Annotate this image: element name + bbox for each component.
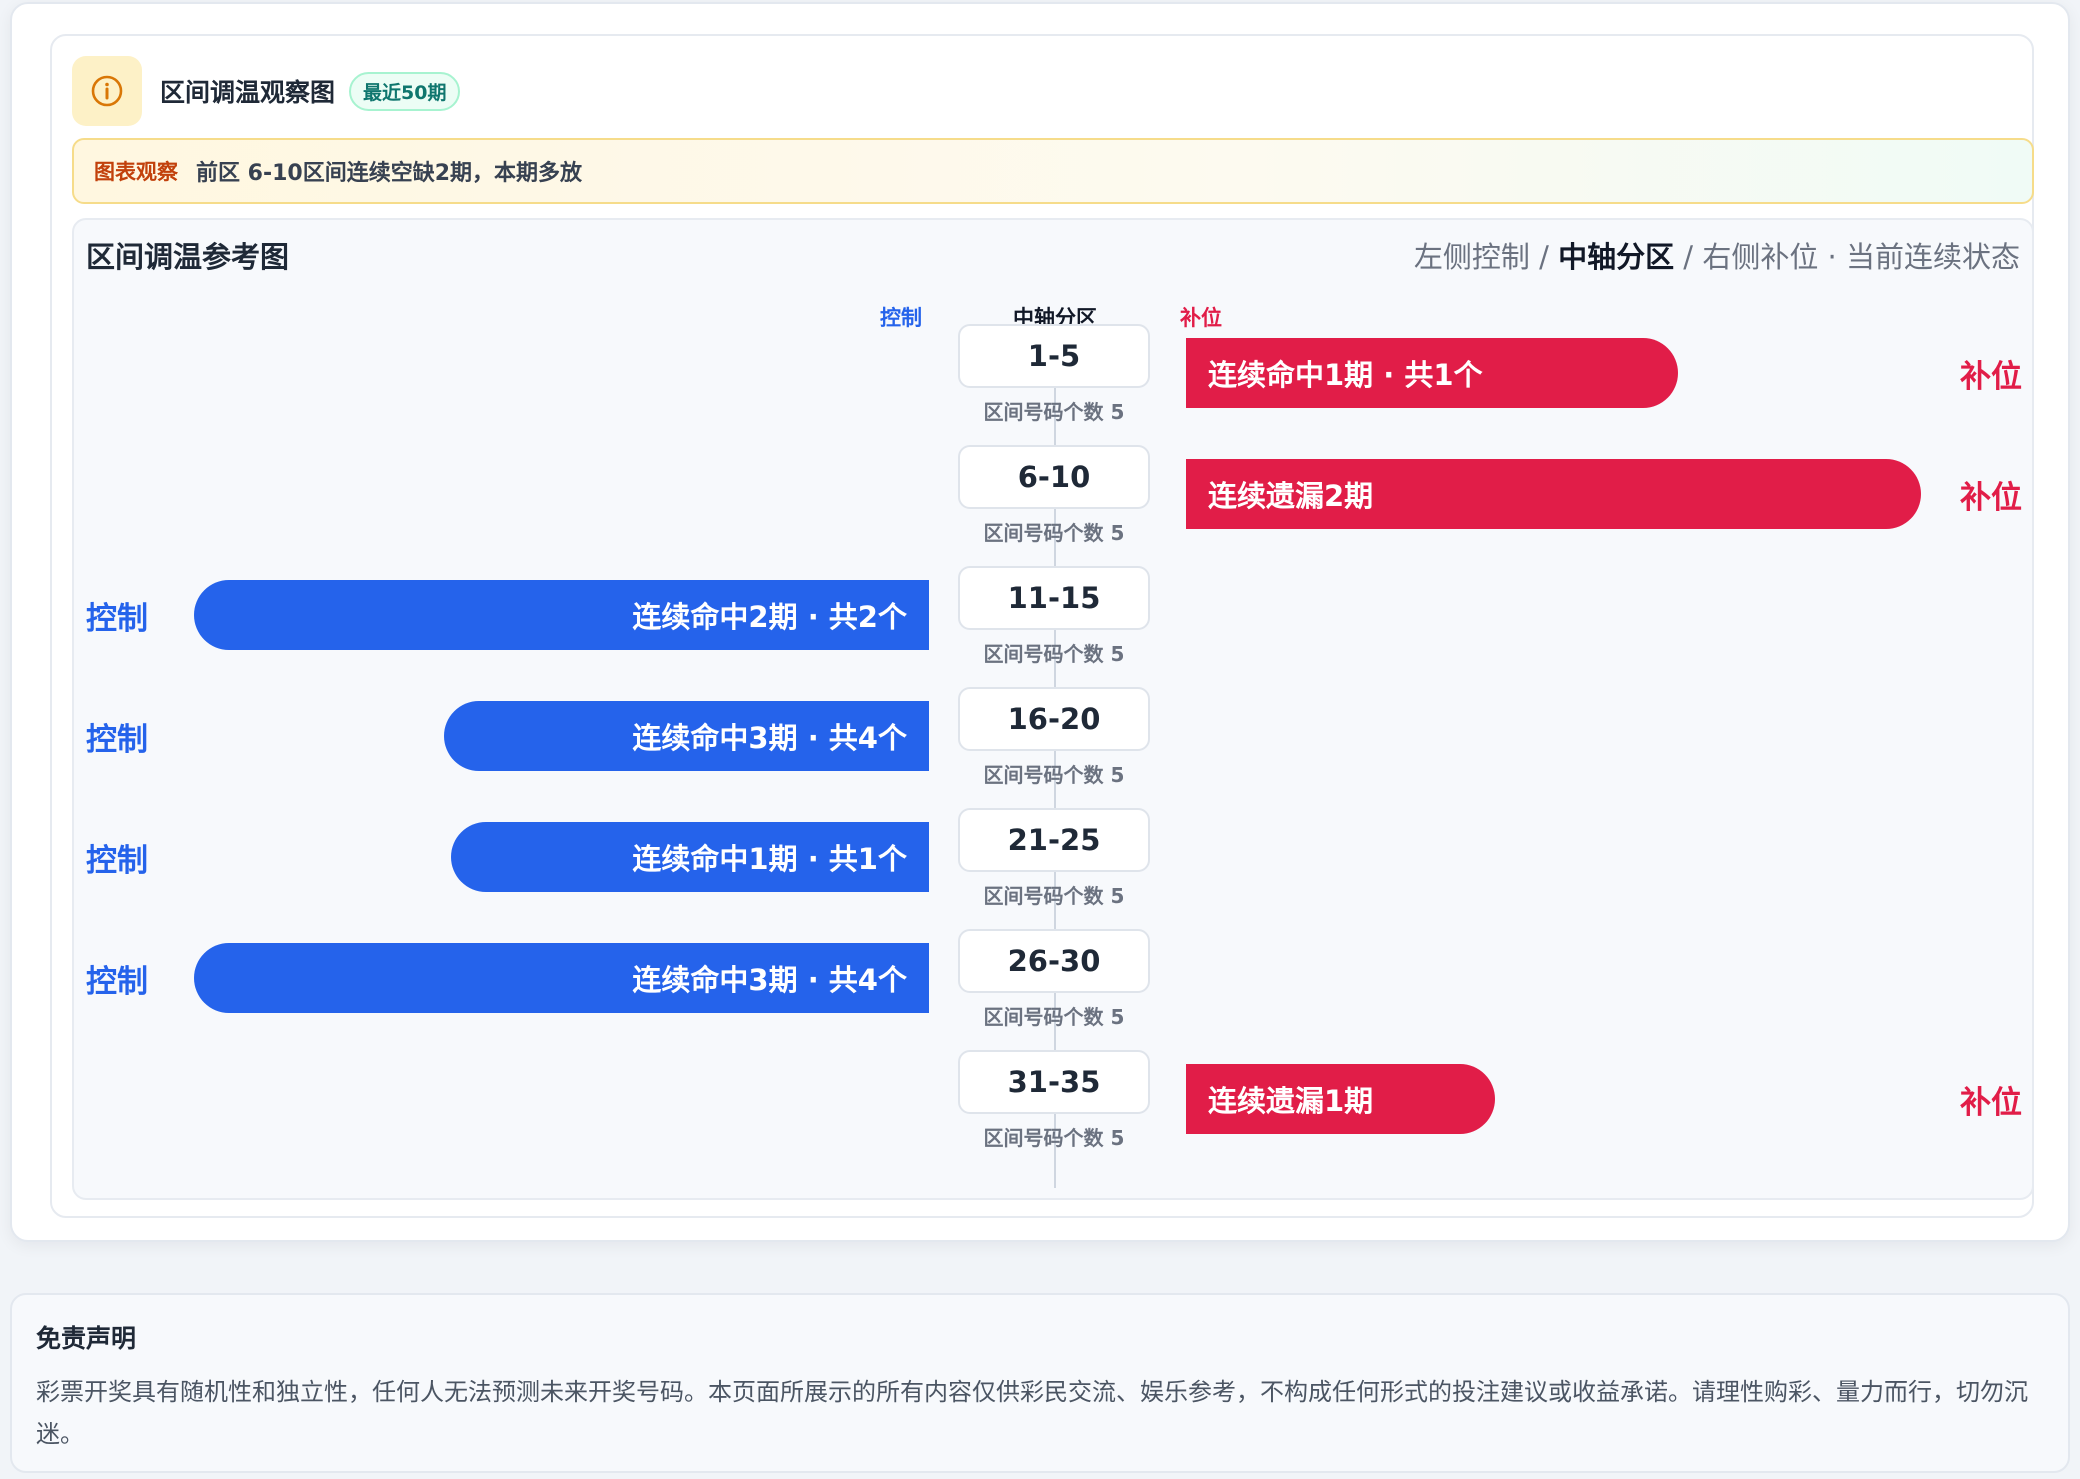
zone-count-label: 区间号码个数 5 [983, 1005, 1125, 1029]
period-badge: 最近50期 [349, 71, 461, 111]
supplement-bar: 连续命中1期 · 共1个 [1186, 338, 1678, 408]
control-bar: 连续命中1期 · 共1个 [451, 822, 929, 892]
zone-row: 21-25 区间号码个数 5 连续命中1期 · 共1个 控制 [74, 808, 2036, 929]
zone-count-label: 区间号码个数 5 [983, 400, 1125, 424]
zone-label: 1-5 [958, 324, 1150, 388]
zone-count-label: 区间号码个数 5 [983, 521, 1125, 545]
zone-count-label: 区间号码个数 5 [983, 884, 1125, 908]
zone-row: 11-15 区间号码个数 5 连续命中2期 · 共2个 控制 [74, 566, 2036, 687]
chart-title: 区间调温参考图 [86, 240, 290, 274]
supplement-side-label: 补位 [1960, 358, 2022, 395]
zone-label: 26-30 [958, 929, 1150, 993]
supplement-side-label: 补位 [1960, 479, 2022, 516]
zone-count-label: 区间号码个数 5 [983, 763, 1125, 787]
zone-row: 26-30 区间号码个数 5 连续命中3期 · 共4个 控制 [74, 929, 2036, 1050]
zone-label: 21-25 [958, 808, 1150, 872]
zone-row: 1-5 区间号码个数 5 连续命中1期 · 共1个 补位 [74, 324, 2036, 445]
disclaimer-card: 免责声明 彩票开奖具有随机性和独立性，任何人无法预测未来开奖号码。本页面所展示的… [10, 1293, 2070, 1473]
disclaimer-text: 彩票开奖具有随机性和独立性，任何人无法预测未来开奖号码。本页面所展示的所有内容仅… [36, 1378, 2028, 1448]
control-side-label: 控制 [86, 842, 148, 879]
legend-separator: / [1529, 240, 1559, 274]
zone-label: 11-15 [958, 566, 1150, 630]
supplement-bar: 连续遗漏2期 [1186, 459, 1921, 529]
supplement-side-label: 补位 [1960, 1084, 2022, 1121]
zone-count-label: 区间号码个数 5 [983, 1126, 1125, 1150]
zone-row: 31-35 区间号码个数 5 连续遗漏1期 补位 [74, 1050, 2036, 1171]
control-bar: 连续命中2期 · 共2个 [194, 580, 929, 650]
zone-label: 16-20 [958, 687, 1150, 751]
observation-card: 区间调温观察图 最近50期 图表观察 前区 6-10区间连续空缺2期，本期多放 … [10, 2, 2070, 1242]
observation-text: 前区 6-10区间连续空缺2期，本期多放 [196, 161, 583, 186]
legend-separator: / [1674, 240, 1703, 274]
supplement-bar: 连续遗漏1期 [1186, 1064, 1495, 1134]
zone-label: 31-35 [958, 1050, 1150, 1114]
legend-right: 右侧补位 [1702, 240, 1819, 274]
chart-legend: 左侧控制 / 中轴分区 / 右侧补位 · 当前连续状态 [1414, 234, 2020, 276]
legend-center: 中轴分区 [1558, 240, 1675, 274]
control-bar: 连续命中3期 · 共4个 [194, 943, 929, 1013]
control-side-label: 控制 [86, 963, 148, 1000]
observation-tag: 图表观察 [94, 160, 178, 184]
legend-dot: · [1818, 240, 1846, 274]
zone-row: 6-10 区间号码个数 5 连续遗漏2期 补位 [74, 445, 2036, 566]
observation-banner: 图表观察 前区 6-10区间连续空缺2期，本期多放 [72, 138, 2034, 204]
zone-label: 6-10 [958, 445, 1150, 509]
disclaimer-title: 免责声明 [36, 1324, 137, 1353]
info-icon [72, 56, 142, 126]
zone-row: 16-20 区间号码个数 5 连续命中3期 · 共4个 控制 [74, 687, 2036, 808]
zone-count-label: 区间号码个数 5 [983, 642, 1125, 666]
legend-state: 当前连续状态 [1845, 240, 2020, 274]
section-header: 区间调温观察图 最近50期 [72, 56, 461, 126]
legend-left: 左侧控制 [1413, 240, 1530, 274]
chart-panel: 区间调温参考图 左侧控制 / 中轴分区 / 右侧补位 · 当前连续状态 控制 中… [72, 218, 2034, 1200]
section-title: 区间调温观察图 [160, 78, 336, 107]
control-bar: 连续命中3期 · 共4个 [444, 701, 929, 771]
chart-section: 区间调温观察图 最近50期 图表观察 前区 6-10区间连续空缺2期，本期多放 … [50, 34, 2034, 1218]
control-side-label: 控制 [86, 600, 148, 637]
control-side-label: 控制 [86, 721, 148, 758]
